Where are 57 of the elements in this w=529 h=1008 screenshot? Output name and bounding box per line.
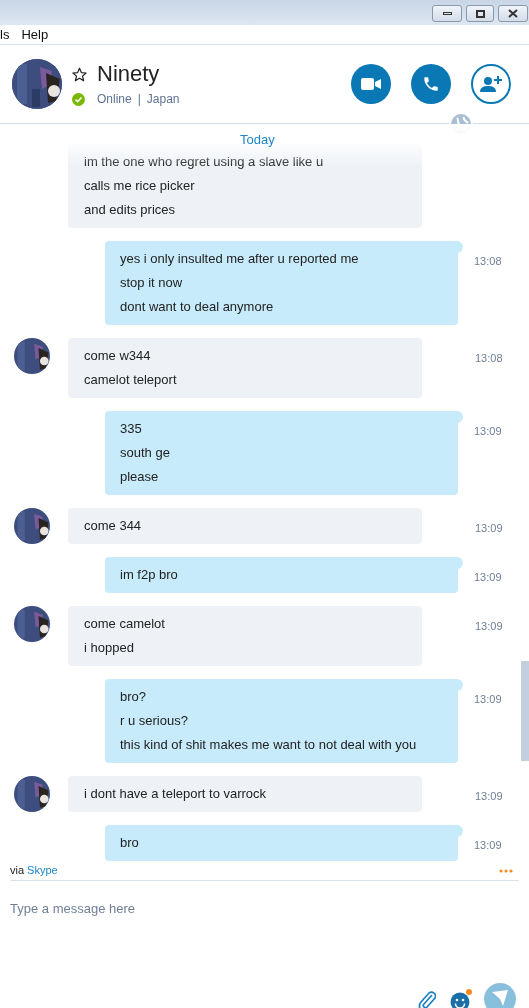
- video-camera-icon: [361, 78, 381, 90]
- message-text: come w344: [84, 347, 152, 365]
- globe-icon: [451, 114, 471, 134]
- message-text: come camelot: [84, 615, 166, 633]
- message-text: i hopped: [84, 639, 135, 657]
- message-text: dont want to deal anymore: [120, 298, 275, 316]
- message-text: bro: [120, 834, 140, 852]
- scrollbar[interactable]: [521, 661, 529, 761]
- minimize-button[interactable]: [432, 5, 462, 22]
- message-text: south ge: [120, 444, 171, 462]
- message-time: 13:09: [474, 692, 502, 707]
- message-time: 13:09: [475, 789, 503, 804]
- message-text: bro?: [120, 688, 148, 706]
- add-contact-button[interactable]: [471, 64, 511, 104]
- message-time: 13:08: [475, 351, 503, 366]
- star-icon[interactable]: [72, 66, 87, 82]
- date-divider: Today: [240, 132, 275, 148]
- message-text: come 344: [84, 517, 143, 535]
- contact-avatar: [12, 59, 62, 109]
- service-link[interactable]: Skype: [27, 862, 58, 879]
- message-text: stop it now: [120, 274, 184, 292]
- more-icon[interactable]: [499, 868, 513, 873]
- message-text: please: [120, 468, 160, 486]
- separator: |: [137, 91, 141, 108]
- message-text: im the one who regret using a slave like u: [84, 153, 325, 171]
- message-text: yes i only insulted me after u reported me: [120, 250, 360, 268]
- menu-item[interactable]: ls: [0, 24, 10, 45]
- message-text: r u serious?: [120, 712, 189, 730]
- message-text: im f2p bro: [120, 566, 179, 584]
- add-person-icon: [480, 75, 502, 93]
- contact-name: Ninety: [97, 60, 160, 88]
- message-time: 13:08: [474, 254, 502, 269]
- message-text: i dont have a teleport to varrock: [84, 785, 268, 803]
- paperclip-icon[interactable]: [418, 991, 436, 1008]
- message-time: 13:09: [474, 838, 502, 853]
- message-text: camelot teleport: [84, 371, 178, 389]
- message-text: 335: [120, 420, 143, 438]
- close-icon: [508, 9, 518, 18]
- phone-icon: [422, 75, 440, 93]
- via-label: via: [10, 863, 25, 879]
- menu-item[interactable]: Help: [21, 24, 49, 45]
- message-time: 13:09: [475, 619, 503, 634]
- send-icon: [492, 990, 508, 1006]
- message-input[interactable]: Type a message here: [10, 897, 519, 919]
- message-text: this kind of shit makes me want to not deal with you: [120, 736, 418, 754]
- maximize-button[interactable]: [466, 5, 494, 22]
- video-call-button[interactable]: [351, 64, 391, 104]
- emoji-icon[interactable]: [450, 992, 470, 1008]
- message-time: 13:09: [475, 521, 503, 536]
- status-text: Online: [97, 91, 132, 108]
- call-button[interactable]: [411, 64, 451, 104]
- message-time: 13:09: [474, 424, 502, 439]
- message-text: calls me rice picker: [84, 177, 196, 195]
- close-button[interactable]: [498, 5, 528, 22]
- message-text: and edits prices: [84, 201, 177, 219]
- location-text: Japan: [146, 91, 180, 108]
- message-time: 13:09: [474, 570, 502, 585]
